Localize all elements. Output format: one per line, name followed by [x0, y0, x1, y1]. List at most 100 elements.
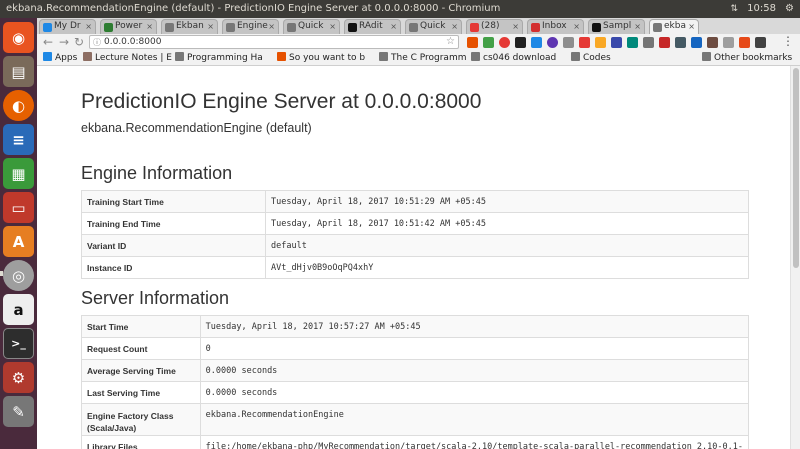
extension-icon[interactable] — [563, 37, 574, 48]
reload-icon[interactable]: ↻ — [74, 35, 84, 50]
back-arrow-icon[interactable]: ← — [43, 35, 53, 50]
table-row: Instance ID AVt_dHjv0B9oOqPQ4xhY — [81, 256, 749, 279]
bookmark-star-icon[interactable]: ☆ — [446, 36, 455, 48]
row-value: Tuesday, April 18, 2017 10:51:42 AM +05:… — [265, 212, 749, 235]
extension-icon[interactable] — [755, 37, 766, 48]
browser-tab[interactable]: Ekban × — [161, 19, 218, 34]
tab-close-icon[interactable]: × — [268, 20, 275, 33]
apps-shortcut[interactable]: Apps — [43, 51, 77, 65]
tab-label: Quick — [420, 21, 446, 31]
tab-close-icon[interactable]: × — [451, 20, 458, 33]
row-label: Engine Factory Class (Scala/Java) — [81, 403, 201, 436]
tab-active[interactable]: ekba × — [649, 19, 699, 34]
tab-favicon — [348, 23, 357, 32]
files-icon[interactable]: ▤ — [3, 56, 34, 87]
server-info-heading: Server Information — [81, 288, 230, 308]
tab-close-icon[interactable]: × — [329, 20, 336, 33]
row-label: Request Count — [81, 337, 201, 360]
extension-icon[interactable] — [531, 37, 542, 48]
tab-label: RAdit — [359, 21, 383, 31]
tab-close-icon[interactable]: × — [85, 20, 92, 33]
amazon-icon[interactable]: a — [3, 294, 34, 325]
extension-icon[interactable] — [739, 37, 750, 48]
table-row: Training Start Time Tuesday, April 18, 2… — [81, 190, 749, 213]
row-value: Tuesday, April 18, 2017 10:57:27 AM +05:… — [199, 315, 750, 338]
tab-close-icon[interactable]: × — [390, 20, 397, 33]
extension-icon[interactable] — [595, 37, 606, 48]
firefox-icon[interactable]: ◐ — [3, 90, 34, 121]
bookmark-item[interactable]: cs046 download — [471, 51, 556, 65]
bookmark-item[interactable]: Programming Ha — [175, 51, 263, 65]
extension-icon[interactable] — [499, 37, 510, 48]
extension-icon[interactable] — [643, 37, 654, 48]
impress-icon[interactable]: ▭ — [3, 192, 34, 223]
chromium-icon[interactable]: ◎ — [3, 260, 34, 291]
tab-close-icon[interactable]: × — [207, 20, 214, 33]
page-info-icon[interactable]: ⓘ — [93, 37, 101, 49]
editor-icon[interactable]: ✎ — [3, 396, 34, 427]
row-value: 0 — [199, 337, 750, 360]
page-content: PredictionIO Engine Server at 0.0.0.0:80… — [37, 66, 800, 449]
extension-icon[interactable] — [675, 37, 686, 48]
tab-close-icon[interactable]: × — [634, 20, 641, 33]
tab-favicon — [287, 23, 296, 32]
row-label: Library Files — [81, 435, 201, 449]
browser-tab[interactable]: (28) × — [466, 19, 523, 34]
tab-close-icon[interactable]: × — [146, 20, 153, 33]
browser-tab[interactable]: Quick × — [405, 19, 462, 34]
row-value: file:/home/ekbana-php/MyRecommendation/t… — [199, 435, 750, 449]
extension-icon[interactable] — [627, 37, 638, 48]
browser-tab[interactable]: RAdit × — [344, 19, 401, 34]
browser-tab[interactable]: Engine × — [222, 19, 279, 34]
extension-icon[interactable] — [691, 37, 702, 48]
tab-close-icon[interactable]: × — [573, 20, 580, 33]
address-bar[interactable]: ⓘ 0.0.0.0:8000 ☆ — [89, 35, 459, 49]
row-label: Last Serving Time — [81, 381, 201, 404]
url-text[interactable]: 0.0.0.0:8000 — [104, 37, 161, 47]
scrollbar-thumb[interactable] — [793, 68, 799, 268]
browser-tab[interactable]: My Dr × — [39, 19, 96, 34]
calc-icon[interactable]: ▦ — [3, 158, 34, 189]
network-indicator-icon[interactable]: ⇅ — [730, 0, 738, 18]
power-gear-icon[interactable]: ⚙ — [785, 0, 794, 18]
extension-icon[interactable] — [579, 37, 590, 48]
row-value: 0.0000 seconds — [199, 381, 750, 404]
forward-arrow-icon[interactable]: → — [59, 35, 69, 50]
row-value: 0.0000 seconds — [199, 359, 750, 382]
bookmark-item[interactable]: The C Programm — [379, 51, 467, 65]
bookmark-favicon — [379, 52, 388, 61]
browser-tab[interactable]: Power × — [100, 19, 157, 34]
tab-label: (28) — [481, 21, 500, 31]
extension-icon[interactable] — [707, 37, 718, 48]
writer-icon[interactable]: ≡ — [3, 124, 34, 155]
browser-menu-icon[interactable]: ⋮ — [782, 34, 794, 48]
bookmark-favicon — [175, 52, 184, 61]
page-scrollbar[interactable] — [790, 66, 800, 449]
extension-icon[interactable] — [483, 37, 494, 48]
extension-icon[interactable] — [723, 37, 734, 48]
extension-icon[interactable] — [659, 37, 670, 48]
bookmark-item[interactable]: So you want to b — [277, 51, 365, 65]
table-row: Average Serving Time 0.0000 seconds — [81, 359, 750, 382]
bookmark-item[interactable]: Codes — [571, 51, 611, 65]
browser-tab[interactable]: Inbox × — [527, 19, 584, 34]
system-settings-icon[interactable]: ⚙ — [3, 362, 34, 393]
browser-tab[interactable]: Sampl × — [588, 19, 645, 34]
bookmark-item[interactable]: Lecture Notes | E — [83, 51, 172, 65]
extension-icon[interactable] — [547, 37, 558, 48]
extension-icon[interactable] — [611, 37, 622, 48]
row-label: Training End Time — [81, 212, 266, 235]
browser-tab[interactable]: Quick × — [283, 19, 340, 34]
tab-close-icon[interactable]: × — [512, 20, 519, 33]
tab-close-icon[interactable]: × — [688, 20, 695, 33]
extension-icon[interactable] — [467, 37, 478, 48]
other-bookmarks[interactable]: Other bookmarks — [702, 51, 792, 65]
clock[interactable]: 10:58 — [747, 0, 776, 18]
terminal-icon[interactable]: >_ — [3, 328, 34, 359]
row-label: Start Time — [81, 315, 201, 338]
software-center-icon[interactable]: A — [3, 226, 34, 257]
tab-label: Quick — [298, 21, 324, 31]
extension-icon[interactable] — [515, 37, 526, 48]
ubuntu-dash-icon[interactable]: ◉ — [3, 22, 34, 53]
bookmark-favicon — [277, 52, 286, 61]
